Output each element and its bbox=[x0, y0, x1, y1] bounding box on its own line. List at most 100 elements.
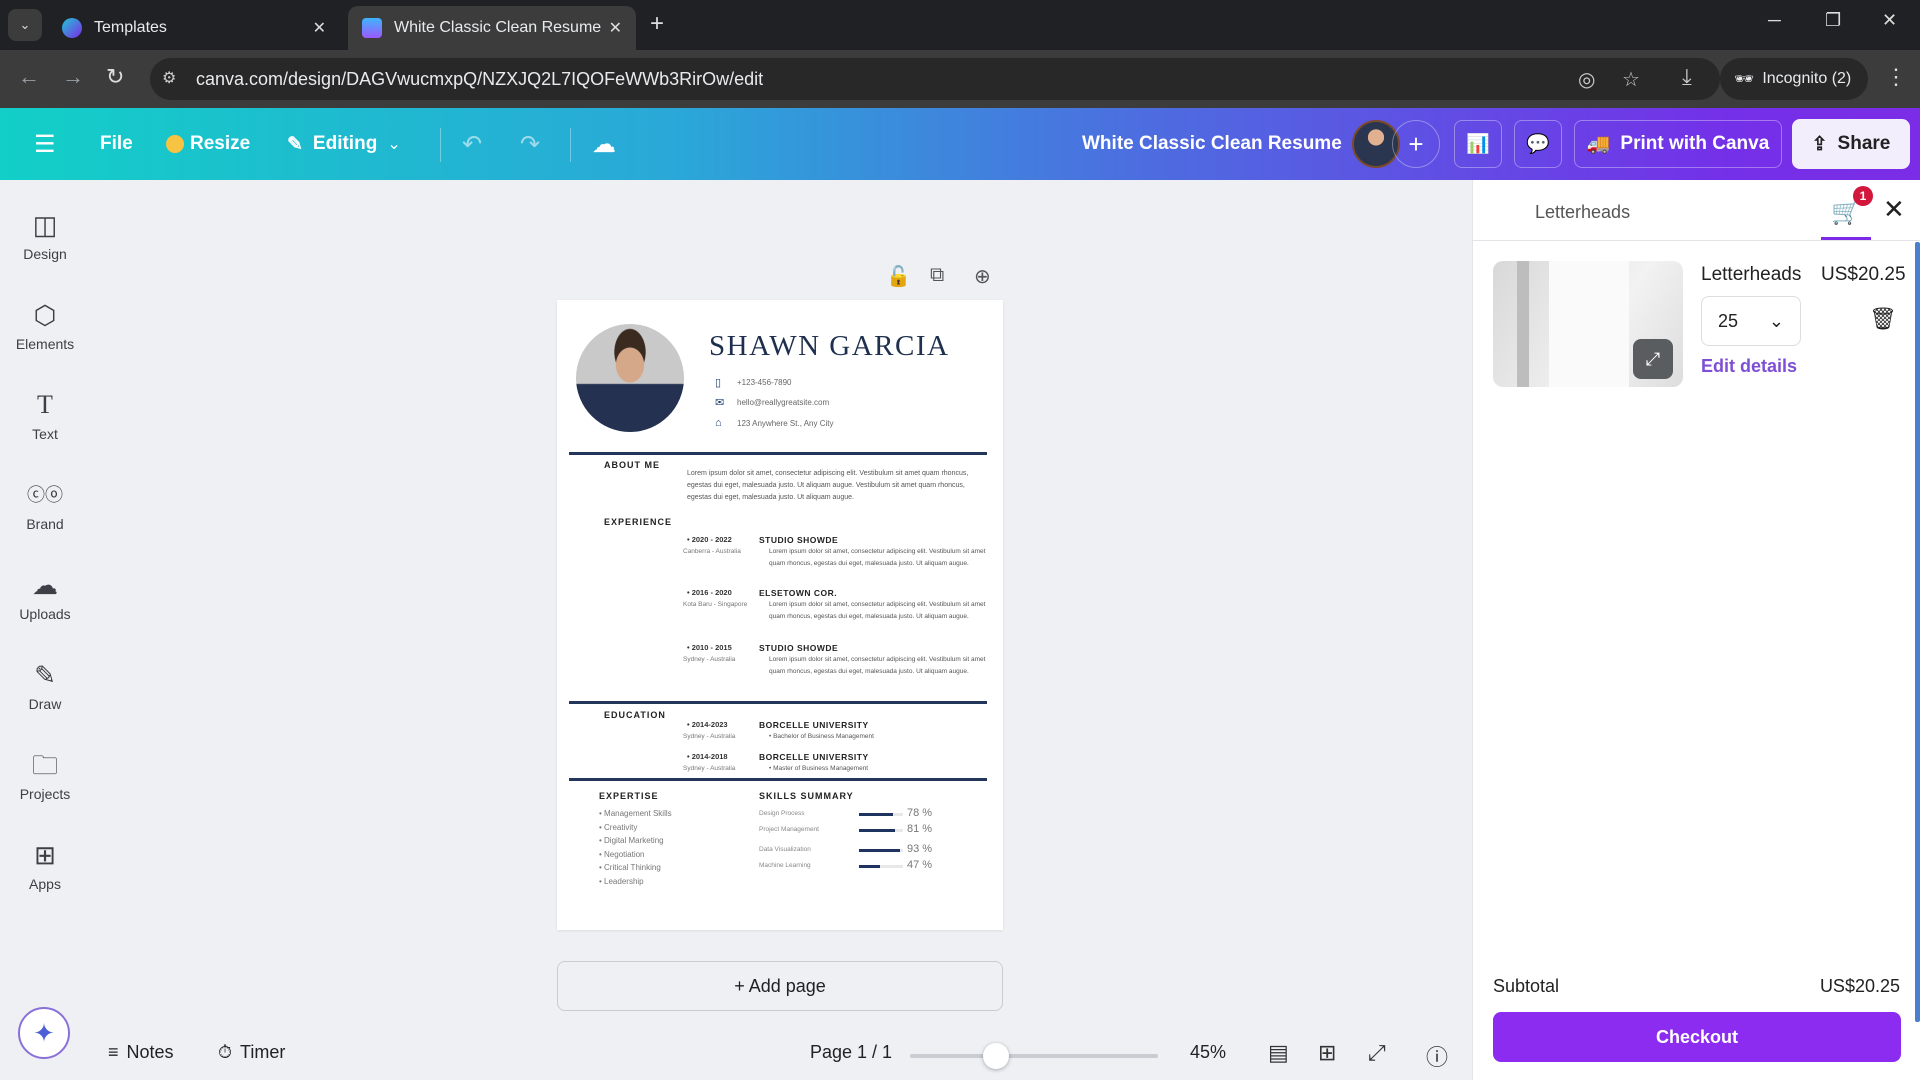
reload-icon[interactable]: ↻ bbox=[106, 64, 124, 90]
duplicate-page-icon[interactable]: ⧉ bbox=[930, 264, 944, 287]
sidebar-item-design[interactable]: ◫ Design bbox=[0, 208, 90, 262]
restore-icon[interactable]: ❐ bbox=[1825, 10, 1841, 31]
download-icon[interactable]: ⤓ bbox=[1682, 64, 1692, 90]
print-with-canva-button[interactable]: 🚚 Print with Canva bbox=[1574, 120, 1782, 168]
resume-name[interactable]: SHAWN GARCIA bbox=[709, 330, 949, 363]
back-icon[interactable]: ← bbox=[18, 64, 40, 90]
help-icon[interactable]: ⓘ bbox=[1426, 1040, 1448, 1072]
cloud-saved-icon[interactable]: ☁ bbox=[592, 108, 616, 180]
contact-address[interactable]: ⌂ 123 Anywhere St., Any City bbox=[715, 417, 834, 429]
new-tab-icon[interactable]: + bbox=[650, 10, 664, 38]
main-menu-icon[interactable]: ☰ bbox=[34, 108, 56, 180]
pencil-icon: ✎ bbox=[287, 133, 303, 155]
sidebar-label: Elements bbox=[15, 336, 75, 352]
incognito-button[interactable]: 🕶 Incognito (2) bbox=[1720, 58, 1868, 100]
resize-button[interactable]: Resize bbox=[166, 108, 250, 180]
sidebar-item-uploads[interactable]: ☁ Uploads bbox=[0, 568, 90, 622]
quantity-select[interactable]: 25 ⌄ bbox=[1701, 296, 1801, 346]
sidebar-item-draw[interactable]: ✎ Draw bbox=[0, 658, 90, 712]
job-location: Kota Baru - Singapore bbox=[683, 601, 748, 608]
add-page-icon[interactable]: ⊕ bbox=[974, 264, 991, 289]
section-divider bbox=[569, 701, 987, 704]
zoom-slider[interactable] bbox=[910, 1043, 1158, 1069]
lock-page-icon[interactable]: 🔓 bbox=[886, 264, 911, 289]
contact-email[interactable]: ✉ hello@reallygreatsite.com bbox=[715, 396, 829, 409]
file-menu[interactable]: File bbox=[100, 108, 133, 180]
skill-row[interactable]: Design Process 78 % bbox=[759, 807, 979, 822]
skill-row[interactable]: Project Management 81 % bbox=[759, 823, 979, 838]
phone-icon: ▯ bbox=[715, 377, 722, 389]
share-button[interactable]: ⇪ Share bbox=[1792, 119, 1910, 169]
design-title[interactable]: White Classic Clean Resume bbox=[1082, 108, 1342, 180]
grid-view-icon[interactable]: ⊞ bbox=[1318, 1040, 1336, 1066]
skill-name: Design Process bbox=[759, 810, 805, 817]
page-indicator[interactable]: Page 1 / 1 bbox=[810, 1042, 892, 1063]
about-text[interactable]: Lorem ipsum dolor sit amet, consectetur … bbox=[687, 468, 977, 504]
sidebar-label: Apps bbox=[29, 876, 61, 892]
magic-assistant-button[interactable]: ✦ bbox=[18, 1007, 70, 1059]
url-bar[interactable]: ⚙ canva.com/design/DAGVwucmxpQ/NZXJQ2L7I… bbox=[150, 58, 1720, 100]
bookmark-star-icon[interactable]: ☆ bbox=[1622, 67, 1640, 92]
close-panel-icon[interactable]: ✕ bbox=[1883, 194, 1905, 225]
checkout-label: Checkout bbox=[1655, 1026, 1738, 1047]
expand-icon[interactable]: ⤢ bbox=[1633, 339, 1673, 379]
resize-label: Resize bbox=[190, 133, 251, 154]
sidebar-item-apps[interactable]: ⊞ Apps bbox=[0, 838, 90, 892]
close-window-icon[interactable]: ✕ bbox=[1882, 10, 1897, 31]
profile-photo[interactable] bbox=[576, 324, 684, 432]
experience-heading[interactable]: EXPERIENCE bbox=[604, 517, 672, 527]
checkout-button[interactable]: Checkout bbox=[1493, 1012, 1901, 1062]
tab-search-button[interactable]: ⌄ bbox=[8, 9, 42, 41]
close-tab-icon[interactable]: ✕ bbox=[609, 18, 622, 38]
crown-icon bbox=[166, 135, 184, 153]
minimize-icon[interactable]: ─ bbox=[1768, 10, 1781, 31]
sidebar-item-text[interactable]: T Text bbox=[0, 388, 90, 442]
text-icon: T bbox=[37, 390, 53, 419]
editing-mode-dropdown[interactable]: ✎ Editing ⌄ bbox=[287, 108, 401, 180]
notes-icon: ≡ bbox=[108, 1042, 119, 1062]
notes-button[interactable]: ≡ Notes bbox=[108, 1042, 174, 1063]
tracking-off-icon[interactable]: ◎ bbox=[1578, 67, 1595, 92]
undo-icon[interactable]: ↶ bbox=[462, 108, 482, 180]
url-text[interactable]: canva.com/design/DAGVwucmxpQ/NZXJQ2L7IQO… bbox=[196, 69, 763, 90]
sidebar-item-elements[interactable]: ⬡ Elements bbox=[0, 298, 90, 352]
skill-row[interactable]: Data Visualization 93 % bbox=[759, 843, 979, 858]
fullscreen-icon[interactable]: ⤢ bbox=[1368, 1040, 1386, 1066]
skill-bar-fill bbox=[859, 829, 895, 832]
plus-icon: + bbox=[1408, 128, 1424, 159]
contact-phone[interactable]: ▯ +123-456-7890 bbox=[715, 376, 792, 389]
skill-row[interactable]: Machine Learning 47 % bbox=[759, 859, 979, 874]
trash-icon[interactable]: 🗑 bbox=[1869, 306, 1897, 332]
sidebar-item-projects[interactable]: 🗀 Projects bbox=[0, 748, 90, 802]
zoom-level[interactable]: 45% bbox=[1190, 1042, 1226, 1063]
skills-heading[interactable]: SKILLS SUMMARY bbox=[759, 791, 854, 801]
cloud-upload-icon: ☁ bbox=[32, 570, 58, 600]
sidebar-item-brand[interactable]: ⓒⓞ Brand bbox=[0, 478, 90, 532]
edu-school: BORCELLE UNIVERSITY bbox=[759, 720, 869, 730]
home-icon: ⌂ bbox=[715, 417, 722, 429]
sidebar-label: Draw bbox=[28, 696, 62, 712]
timer-button[interactable]: ⏱ Timer bbox=[218, 1042, 285, 1063]
edu-location: Sydney - Australia bbox=[683, 733, 736, 740]
expertise-list[interactable]: • Management Skills • Creativity • Digit… bbox=[599, 807, 672, 888]
insights-button[interactable]: 📊 bbox=[1454, 120, 1502, 168]
browser-menu-icon[interactable]: ⋮ bbox=[1885, 64, 1907, 90]
browser-tab-resume[interactable]: White Classic Clean Resume - A ✕ bbox=[348, 6, 636, 50]
education-heading[interactable]: EDUCATION bbox=[604, 710, 666, 720]
add-page-button[interactable]: + Add page bbox=[557, 961, 1003, 1011]
panel-scrollbar[interactable] bbox=[1915, 242, 1920, 1022]
forward-icon[interactable]: → bbox=[62, 64, 84, 90]
edit-details-link[interactable]: Edit details bbox=[1701, 356, 1797, 377]
redo-icon[interactable]: ↷ bbox=[520, 108, 540, 180]
add-collaborator-button[interactable]: + bbox=[1392, 120, 1440, 168]
design-page[interactable]: SHAWN GARCIA ▯ +123-456-7890 ✉ hello@reall… bbox=[557, 300, 1003, 930]
about-heading[interactable]: ABOUT ME bbox=[604, 460, 660, 470]
expertise-heading[interactable]: EXPERTISE bbox=[599, 791, 659, 801]
close-tab-icon[interactable]: ✕ bbox=[313, 18, 326, 38]
page-view-icon[interactable]: ▤ bbox=[1268, 1040, 1289, 1066]
product-thumbnail[interactable]: ⤢ bbox=[1493, 261, 1683, 387]
zoom-slider-knob[interactable] bbox=[982, 1043, 1009, 1069]
site-info-icon[interactable]: ⚙ bbox=[162, 68, 176, 88]
browser-tab-templates[interactable]: Templates ✕ bbox=[48, 6, 340, 50]
comments-button[interactable]: 💬 bbox=[1514, 120, 1562, 168]
